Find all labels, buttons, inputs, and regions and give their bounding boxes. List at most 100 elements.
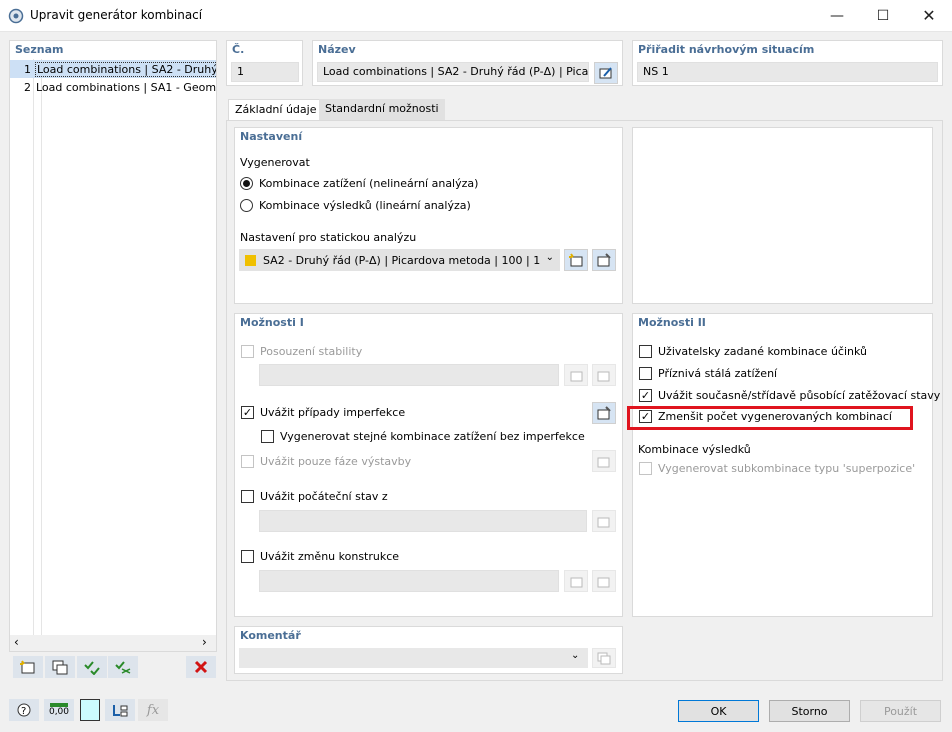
copy-item-button[interactable] — [45, 656, 75, 678]
simultaneous-option[interactable]: ✓ Uvážit současně/střídavě působící zatě… — [639, 389, 940, 402]
tab-standard-options[interactable]: Standardní možnosti — [319, 99, 445, 121]
edit-settings-icon — [597, 371, 610, 382]
modification-checkbox[interactable] — [241, 550, 254, 563]
static-analysis-select[interactable]: SA2 - Druhý řád (P-Δ) | Picardova metoda… — [239, 249, 560, 271]
subcombination-option[interactable]: Vygenerovat subkombinace typu 'superpozi… — [639, 462, 915, 475]
comment-field[interactable] — [239, 648, 588, 668]
help-button[interactable]: ? — [9, 699, 39, 721]
structure-button[interactable] — [105, 699, 135, 721]
initial-state-field[interactable] — [259, 510, 587, 532]
name-label: Název — [318, 43, 356, 56]
assign-field[interactable]: NS 1 — [637, 62, 938, 82]
radio-button[interactable] — [240, 177, 253, 190]
list-item-num: 1 — [24, 62, 31, 76]
stability-field[interactable] — [259, 364, 559, 386]
color-button[interactable] — [80, 699, 100, 721]
edit-phases-button[interactable] — [592, 450, 616, 472]
simultaneous-checkbox[interactable]: ✓ — [639, 389, 652, 402]
check-all-icon — [84, 661, 100, 675]
chevron-down-icon[interactable]: ⌄ — [571, 650, 579, 661]
uncheck-icon — [115, 661, 131, 674]
edit-name-button[interactable] — [594, 62, 618, 84]
edit-static-analysis-button[interactable] — [592, 249, 616, 271]
phases-checkbox[interactable] — [241, 455, 254, 468]
maximize-button[interactable]: ☐ — [860, 0, 906, 31]
apply-button[interactable]: Použít — [860, 700, 941, 722]
edit-stability-button[interactable] — [592, 364, 616, 386]
new-item-icon — [20, 660, 35, 674]
same-combination-option[interactable]: Vygenerovat stejné kombinace zatížení be… — [261, 430, 585, 443]
subcombination-checkbox[interactable] — [639, 462, 652, 475]
list-item-label: Load combinations | SA1 - Geom — [36, 80, 216, 94]
options-2-panel: Možnosti II Uživatelsky zadané kombinace… — [627, 313, 940, 617]
new-modification-button[interactable] — [564, 570, 588, 592]
formula-button[interactable]: f𝑥 — [138, 699, 168, 721]
modification-option[interactable]: Uvážit změnu konstrukce — [241, 550, 399, 563]
scroll-left-icon[interactable]: ‹ — [14, 635, 19, 649]
new-item-button[interactable] — [13, 656, 43, 678]
radio-button[interactable] — [240, 199, 253, 212]
phases-label: Uvážit pouze fáze výstavby — [260, 455, 412, 468]
comment-copy-button[interactable] — [592, 648, 616, 668]
edit-settings-icon — [597, 577, 610, 588]
units-button[interactable]: 0,00 — [44, 699, 74, 721]
edit-imperfection-button[interactable] — [592, 402, 616, 424]
user-combination-checkbox[interactable] — [639, 345, 652, 358]
close-button[interactable]: ✕ — [906, 0, 952, 31]
edit-initial-state-button[interactable] — [592, 510, 616, 532]
favorable-option[interactable]: Příznivá stálá zatížení — [639, 367, 777, 380]
new-stability-button[interactable] — [564, 364, 588, 386]
list-panel: Seznam 1 Load combinations | SA2 - Druhý… — [9, 40, 217, 652]
imperfection-option[interactable]: ✓ Uvážit případy imperfekce — [241, 406, 405, 419]
uncheck-button[interactable] — [108, 656, 138, 678]
tab-basic[interactable]: Základní údaje — [228, 99, 324, 121]
radio-label: Kombinace zatížení (nelineární analýza) — [259, 177, 479, 190]
app-icon — [8, 8, 24, 24]
check-all-button[interactable] — [77, 656, 107, 678]
comment-header: Komentář — [240, 629, 301, 642]
ok-button[interactable]: OK — [678, 700, 759, 722]
initial-state-checkbox[interactable] — [241, 490, 254, 503]
initial-state-option[interactable]: Uvážit počáteční stav z — [241, 490, 388, 503]
cancel-button[interactable]: Storno — [769, 700, 850, 722]
copy-icon — [52, 660, 68, 675]
function-icon: f𝑥 — [146, 702, 160, 718]
delete-button[interactable] — [186, 656, 216, 678]
edit-modification-button[interactable] — [592, 570, 616, 592]
new-static-analysis-button[interactable] — [564, 249, 588, 271]
stability-option[interactable]: Posouzení stability — [241, 345, 362, 358]
user-combination-option[interactable]: Uživatelsky zadané kombinace účinků — [639, 345, 867, 358]
empty-panel — [632, 127, 933, 304]
phases-option[interactable]: Uvážit pouze fáze výstavby — [241, 455, 411, 468]
name-field[interactable]: Load combinations | SA2 - Druhý řád (P-Δ… — [317, 62, 589, 82]
radio-label: Kombinace výsledků (lineární analýza) — [259, 199, 471, 212]
radio-result-combinations[interactable]: Kombinace výsledků (lineární analýza) — [240, 199, 471, 212]
options-1-header: Možnosti I — [240, 316, 304, 329]
stability-checkbox[interactable] — [241, 345, 254, 358]
same-combination-checkbox[interactable] — [261, 430, 274, 443]
new-item-icon — [570, 577, 583, 588]
edit-settings-icon — [597, 253, 611, 267]
new-item-icon — [570, 371, 583, 382]
subcombination-label: Vygenerovat subkombinace typu 'superpozi… — [658, 462, 916, 475]
horizontal-scrollbar[interactable]: ‹ › — [10, 635, 216, 651]
imperfection-checkbox[interactable]: ✓ — [241, 406, 254, 419]
assign-label: Přiřadit návrhovým situacím — [638, 43, 815, 56]
list-item[interactable]: 2 Load combinations | SA1 - Geom — [10, 78, 216, 96]
edit-settings-icon — [597, 406, 611, 420]
new-item-icon — [569, 253, 583, 267]
list-divider — [41, 59, 42, 639]
modification-label: Uvážit změnu konstrukce — [260, 550, 400, 563]
comment-panel: Komentář ⌄ — [234, 626, 623, 674]
list-item[interactable]: 1 Load combinations | SA2 - Druhý — [10, 60, 216, 78]
favorable-checkbox[interactable] — [639, 367, 652, 380]
minimize-button[interactable]: — — [814, 0, 860, 31]
structure-icon — [113, 705, 128, 717]
static-analysis-label: Nastavení pro statickou analýzu — [240, 231, 417, 244]
radio-load-combinations[interactable]: Kombinace zatížení (nelineární analýza) — [240, 177, 478, 190]
modification-field[interactable] — [259, 570, 559, 592]
scroll-right-icon[interactable]: › — [202, 635, 207, 649]
number-field[interactable]: 1 — [231, 62, 299, 82]
generate-label: Vygenerovat — [240, 156, 310, 169]
simultaneous-label: Uvážit současně/střídavě působící zatěžo… — [658, 389, 941, 402]
